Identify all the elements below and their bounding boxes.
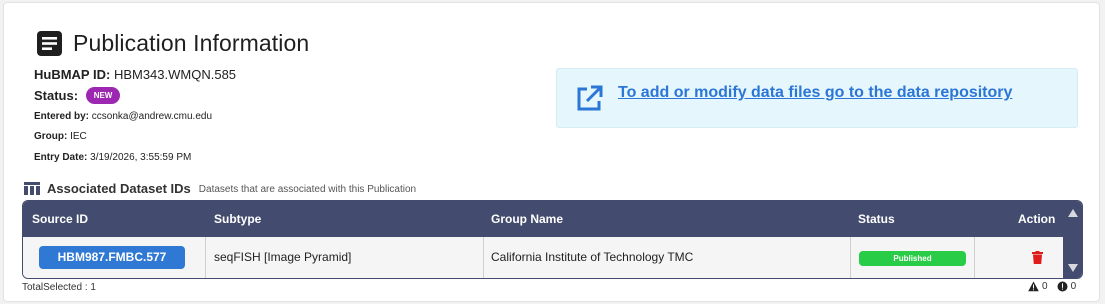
- cell-divider: [483, 237, 484, 278]
- warning-count: 0: [1042, 281, 1048, 292]
- associated-datasets-table: Source ID Subtype Group Name Status Acti…: [22, 200, 1083, 279]
- column-header-status[interactable]: Status: [858, 212, 895, 226]
- table-scrollbar[interactable]: [1063, 201, 1082, 278]
- hubmap-id-line: HuBMAP ID: HBM343.WMQN.585: [34, 67, 236, 82]
- status-line: Status: NEW: [34, 87, 121, 105]
- column-header-source-id[interactable]: Source ID: [32, 212, 88, 226]
- status-label: Status:: [34, 88, 79, 103]
- status-badge: NEW: [85, 87, 121, 105]
- group-label: Group:: [34, 131, 68, 142]
- source-id-button[interactable]: HBM987.FMBC.577: [39, 246, 185, 269]
- cell-divider: [850, 237, 851, 278]
- table-row: HBM987.FMBC.577 seqFISH [Image Pyramid] …: [23, 237, 1063, 278]
- column-header-subtype[interactable]: Subtype: [214, 212, 261, 226]
- column-header-group-name[interactable]: Group Name: [491, 212, 563, 226]
- error-count: 0: [1070, 281, 1077, 292]
- error-icon: [1057, 281, 1068, 292]
- total-selected-text: TotalSelected : 1: [22, 282, 96, 293]
- group-name-cell: California Institute of Technology TMC: [491, 250, 694, 264]
- entered-by-value: ccsonka@andrew.cmu.edu: [91, 111, 213, 122]
- title-row: Publication Information: [36, 30, 309, 57]
- data-repository-link[interactable]: To add or modify data files go to the da…: [618, 84, 1012, 102]
- subtype-cell: seqFISH [Image Pyramid]: [214, 250, 352, 264]
- entered-by-label: Entered by:: [34, 111, 90, 122]
- associated-datasets-subtitle: Datasets that are associated with this P…: [198, 184, 417, 195]
- column-header-action[interactable]: Action: [1018, 212, 1055, 226]
- document-list-icon: [37, 31, 62, 56]
- external-link-icon[interactable]: [574, 84, 604, 114]
- group-line: Group: IEC: [34, 131, 87, 142]
- cell-divider: [205, 237, 206, 278]
- status-published-badge: Published: [859, 251, 966, 266]
- associated-datasets-title: Associated Dataset IDs: [47, 181, 191, 196]
- entry-date-value: 3/19/2026, 3:55:59 PM: [90, 152, 192, 163]
- table-icon: [24, 182, 40, 195]
- hubmap-id-value: HBM343.WMQN.585: [113, 67, 237, 82]
- trash-icon[interactable]: [1032, 251, 1043, 264]
- cell-divider: [974, 237, 975, 278]
- scroll-up-arrow-icon[interactable]: [1067, 208, 1079, 218]
- associated-datasets-header: Associated Dataset IDs Datasets that are…: [24, 181, 416, 196]
- page-title: Publication Information: [73, 30, 310, 56]
- group-value: IEC: [70, 131, 87, 142]
- warning-icon: [1028, 281, 1039, 292]
- entered-by-line: Entered by: ccsonka@andrew.cmu.edu: [34, 111, 212, 122]
- data-repository-callout: To add or modify data files go to the da…: [556, 68, 1078, 128]
- hubmap-id-label: HuBMAP ID:: [34, 67, 111, 82]
- entry-date-label: Entry Date:: [34, 152, 88, 163]
- scroll-down-arrow-icon[interactable]: [1067, 263, 1079, 273]
- entry-date-line: Entry Date: 3/19/2026, 3:55:59 PM: [34, 152, 191, 163]
- table-header: Source ID Subtype Group Name Status Acti…: [23, 201, 1063, 237]
- footer-counters: 0 0: [1028, 281, 1085, 292]
